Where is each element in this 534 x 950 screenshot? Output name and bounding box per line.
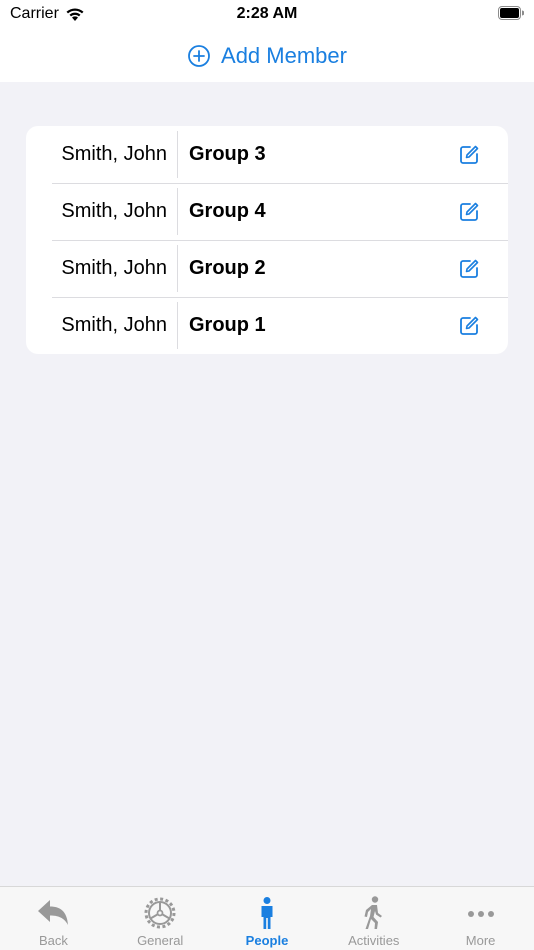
member-name: Smith, John: [26, 188, 178, 235]
member-name: Smith, John: [26, 302, 178, 349]
edit-icon[interactable]: [457, 200, 481, 224]
edit-icon[interactable]: [457, 314, 481, 338]
person-icon: [261, 897, 273, 929]
member-row: Smith, John Group 2: [26, 240, 508, 297]
edit-icon[interactable]: [457, 143, 481, 167]
member-group: Group 2: [189, 257, 266, 279]
member-name: Smith, John: [26, 245, 178, 292]
status-time: 2:28 AM: [236, 5, 298, 22]
tab-people[interactable]: People: [214, 887, 321, 950]
plus-circle-icon: [188, 45, 210, 67]
status-bar: Carrier 2:28 AM: [0, 0, 534, 30]
tab-back[interactable]: Back: [0, 887, 107, 950]
header-bar: Add Member: [0, 30, 534, 82]
member-row: Smith, John Group 1: [26, 297, 508, 354]
tab-activities-label: Activities: [348, 933, 400, 948]
add-member-label: Add Member: [221, 43, 347, 68]
tab-more[interactable]: More: [427, 887, 534, 950]
back-arrow-icon: [38, 900, 69, 925]
tab-back-label: Back: [38, 933, 68, 948]
battery-icon: [498, 6, 524, 20]
member-row: Smith, John Group 3: [26, 126, 508, 183]
tab-general[interactable]: General: [107, 887, 214, 950]
member-list: Smith, John Group 3 Smith, John Group 4 …: [26, 126, 508, 354]
member-row: Smith, John Group 4: [26, 183, 508, 240]
member-name: Smith, John: [26, 131, 178, 178]
member-group: Group 3: [189, 143, 266, 165]
gear-icon: [144, 897, 176, 929]
edit-icon[interactable]: [457, 257, 481, 281]
add-member-button[interactable]: Add Member: [187, 43, 347, 69]
tab-more-label: More: [465, 933, 496, 948]
more-dots-icon: [467, 911, 494, 917]
walking-icon: [364, 896, 382, 929]
member-group: Group 1: [189, 314, 266, 336]
tab-people-label: People: [245, 933, 289, 948]
tab-activities[interactable]: Activities: [320, 887, 427, 950]
tab-general-label: General: [137, 933, 184, 948]
tab-bar: Back General People Activities More: [0, 886, 534, 950]
member-group: Group 4: [189, 200, 266, 222]
